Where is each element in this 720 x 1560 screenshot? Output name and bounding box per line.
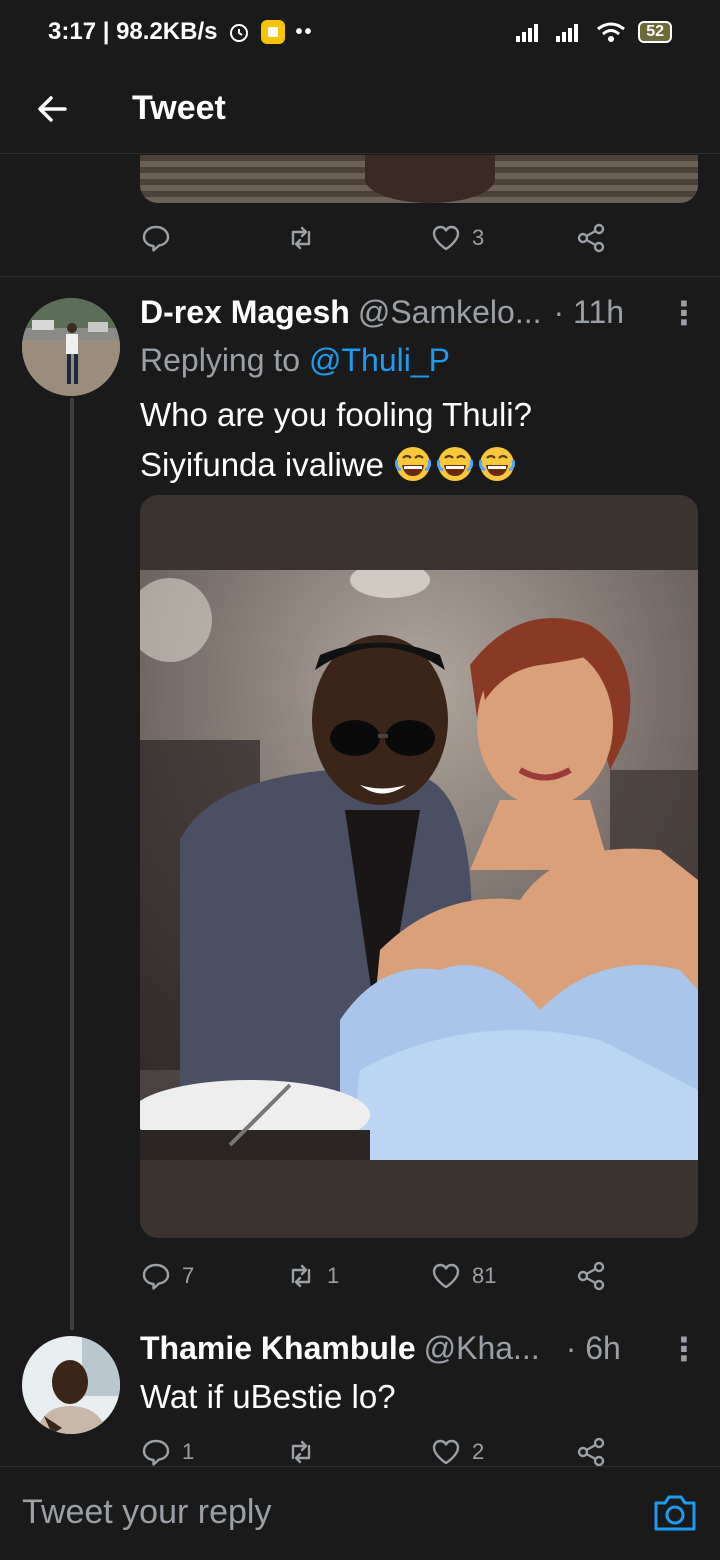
tweet-header: Thamie Khambule @Kha... · 6h ⋮ <box>140 1330 700 1367</box>
retweet-button[interactable]: 1 <box>285 1260 339 1292</box>
retweet-count: 1 <box>327 1263 340 1288</box>
tweet-actions: 1 2 <box>140 1430 620 1466</box>
status-time-speed: 3:17 | 98.2KB/s <box>48 18 218 45</box>
avatar[interactable] <box>22 1336 120 1434</box>
author-name[interactable]: Thamie Khambule <box>140 1330 416 1367</box>
reply-composer: Tweet your reply <box>0 1466 720 1560</box>
reply-count: 1 <box>182 1439 195 1464</box>
wifi-icon <box>597 22 626 42</box>
reply-icon <box>142 1263 170 1290</box>
author-name[interactable]: D-rex Magesh <box>140 294 350 331</box>
tweet-actions: 7 1 81 <box>140 1254 620 1298</box>
share-button[interactable] <box>575 1260 607 1292</box>
retweet-icon <box>291 1264 311 1288</box>
avatar[interactable] <box>22 298 120 396</box>
replying-to-label: Replying to <box>140 342 309 378</box>
reply-input[interactable]: Tweet your reply <box>22 1493 271 1532</box>
share-button[interactable] <box>575 1436 607 1466</box>
status-bar: 3:17 | 98.2KB/s •• 52 <box>0 0 720 64</box>
share-button[interactable] <box>575 222 607 254</box>
tweet-time: · 6h <box>565 1330 621 1366</box>
reply-count: 7 <box>182 1263 195 1288</box>
signal-icon <box>516 24 539 42</box>
share-icon <box>577 223 605 253</box>
retweet-icon <box>291 226 311 250</box>
tweet-photo <box>140 570 698 1160</box>
mention-link[interactable]: @Thuli_P <box>309 342 450 378</box>
retweet-button[interactable] <box>285 1436 317 1466</box>
previous-tweet-actions: 3 <box>140 216 620 260</box>
share-icon <box>577 1261 605 1291</box>
signal-icon-2 <box>556 24 579 42</box>
reply-icon <box>142 225 170 252</box>
retweet-icon <box>291 1440 311 1464</box>
like-button[interactable]: 81 <box>430 1260 496 1292</box>
camera-button[interactable] <box>652 1493 698 1533</box>
tweet-media[interactable] <box>140 495 698 1238</box>
like-button[interactable]: 2 <box>430 1436 484 1466</box>
laughing-emoji-icon <box>437 447 474 481</box>
top-app-bar: Tweet <box>0 64 720 154</box>
laughing-emoji-icon <box>395 447 432 481</box>
author-handle[interactable]: @Kha... <box>424 1330 540 1367</box>
reply-button[interactable]: 1 <box>140 1436 194 1466</box>
replying-to: Replying to @Thuli_P <box>140 342 450 379</box>
back-button[interactable] <box>0 64 104 154</box>
reply-button[interactable]: 7 <box>140 1260 194 1292</box>
tweet-header: D-rex Magesh @Samkelo... · 11h ⋮ <box>140 294 700 331</box>
page-title: Tweet <box>132 89 226 127</box>
like-count: 2 <box>472 1439 485 1464</box>
alarm-icon <box>230 24 249 42</box>
reply-icon <box>142 1439 170 1466</box>
previous-tweet-media[interactable] <box>140 155 698 203</box>
more-icon[interactable]: ⋮ <box>668 1330 700 1368</box>
like-icon <box>432 1263 460 1289</box>
back-arrow-icon <box>38 95 67 122</box>
like-icon <box>432 225 460 251</box>
retweet-button[interactable] <box>285 222 317 254</box>
like-count: 3 <box>472 225 485 250</box>
divider <box>0 276 720 277</box>
laughing-emoji-icon <box>479 447 516 481</box>
tweet-text-line-2-text: Siyifunda ivaliwe <box>140 446 394 483</box>
reply-button[interactable] <box>140 222 172 254</box>
more-icon[interactable]: ⋮ <box>668 294 700 332</box>
battery-indicator: 52 <box>638 21 672 43</box>
camera-icon <box>654 1495 696 1531</box>
tweet-text: Wat if uBestie lo? <box>140 1378 396 1415</box>
like-icon <box>432 1439 460 1465</box>
app-notification-icon <box>261 20 286 44</box>
tweet-text: Who are you fooling Thuli? Siyifunda iva… <box>140 390 700 490</box>
author-handle[interactable]: @Samkelo... <box>358 294 542 331</box>
tweet-time: · 11h <box>553 294 625 330</box>
tweet-text-line-2: Siyifunda ivaliwe <box>140 440 700 490</box>
share-icon <box>577 1437 605 1466</box>
thread-line <box>70 398 74 1330</box>
tweet-text-line-1: Who are you fooling Thuli? <box>140 396 532 433</box>
more-notifications-icon: •• <box>295 20 314 43</box>
like-count: 81 <box>472 1263 497 1288</box>
like-button[interactable]: 3 <box>430 222 484 254</box>
